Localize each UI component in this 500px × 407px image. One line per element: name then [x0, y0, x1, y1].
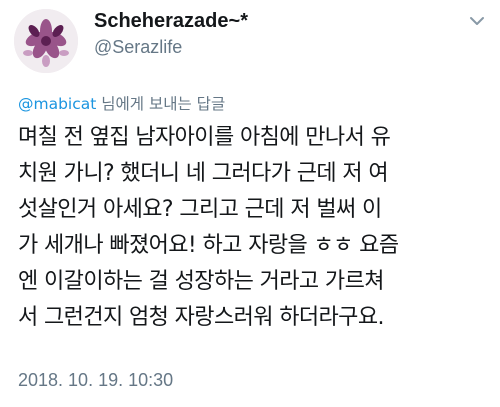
tweet-text-line: 며칠 전 옆집 남자아이를 아침에 만나서 유 — [18, 125, 391, 150]
avatar[interactable] — [14, 9, 78, 73]
reply-mention-link[interactable]: @mabicat — [18, 95, 96, 113]
author-display-name[interactable]: Scheherazade~* — [94, 10, 248, 33]
tweet-text-line: 가 세개나 빠졌어요! 하고 자랑을 ㅎㅎ 요즘 — [18, 233, 399, 258]
flower-avatar-icon — [14, 9, 78, 73]
tweet-text: 며칠 전 옆집 남자아이를 아침에 만나서 유 치원 가니? 했더니 네 그러다… — [18, 120, 488, 336]
tweet-text-line: 엔 이갈이하는 걸 성장하는 거라고 가르쳐 — [18, 269, 384, 294]
author-handle[interactable]: @Serazlife — [94, 37, 182, 58]
tweet-text-line: 치원 가니? 했더니 네 그러다가 근데 저 여 — [18, 161, 389, 186]
reply-context: @mabicat 님에게 보내는 답글 — [18, 92, 225, 114]
tweet-text-line: 서 그런건지 엄청 자랑스러워 하더라구요. — [18, 305, 384, 330]
tweet-text-line: 섯살인거 아세요? 그리고 근데 저 벌써 이 — [18, 197, 382, 222]
tweet-timestamp[interactable]: 2018. 10. 19. 10:30 — [18, 370, 173, 391]
tweet-card: Scheherazade~* @Serazlife @mabicat 님에게 보… — [0, 0, 500, 407]
more-options-button[interactable] — [468, 12, 486, 30]
reply-context-suffix: 님에게 보내는 답글 — [96, 95, 226, 113]
chevron-down-icon — [470, 17, 484, 25]
